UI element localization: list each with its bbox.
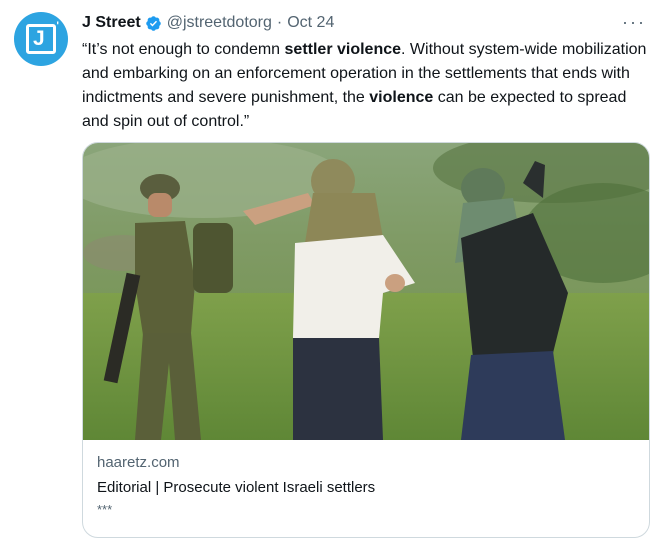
card-title[interactable]: Editorial | Prosecute violent Israeli se…	[97, 478, 635, 498]
tweet-text-bold: violence	[369, 89, 434, 106]
tweet-header: J Street @jstreetdotorg · Oct 24	[82, 12, 334, 34]
timestamp[interactable]: Oct 24	[287, 14, 334, 32]
tweet[interactable]: J ' J Street @jstreetdotorg · Oct 24 ···…	[0, 0, 666, 550]
more-horizontal-icon[interactable]: ···	[622, 13, 646, 31]
article-photo[interactable]	[83, 143, 650, 440]
card-meta[interactable]: haaretz.com Editorial | Prosecute violen…	[97, 453, 635, 519]
avatar-letter: J	[33, 27, 45, 50]
card-description: ***	[97, 502, 113, 517]
author-handle[interactable]: @jstreetdotorg	[167, 14, 272, 32]
author-name[interactable]: J Street	[82, 14, 141, 32]
separator-dot: ·	[276, 14, 283, 31]
j-street-logo-icon: J '	[26, 20, 59, 54]
tweet-text-segment: “It’s not enough to condemn	[82, 41, 285, 58]
tweet-text: “It’s not enough to condemn settler viol…	[82, 38, 657, 134]
tweet-text-bold: settler violence	[284, 41, 402, 58]
verified-badge-icon	[145, 15, 161, 31]
link-card[interactable]: haaretz.com Editorial | Prosecute violen…	[82, 142, 650, 538]
avatar[interactable]: J '	[14, 12, 68, 66]
card-domain: haaretz.com	[97, 454, 180, 471]
